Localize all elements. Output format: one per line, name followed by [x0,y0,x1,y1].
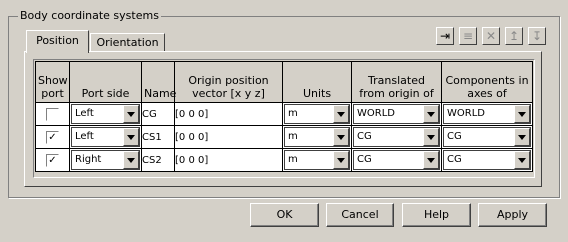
port-side-value: Left [75,108,94,119]
translated-dropdown[interactable]: CG [353,127,440,147]
group-title: Body coordinate systems [18,9,161,23]
translated-value: CG [357,154,372,165]
show-port-cell: ✓ [35,125,70,149]
chevron-down-icon[interactable] [514,128,530,146]
units-cell: m [282,102,352,126]
components-dropdown[interactable]: CG [443,127,531,147]
units-cell: m [282,148,352,172]
components-value: CG [447,154,462,165]
header-origin-position: Origin position vector [x y z] [174,61,283,103]
translated-cell: CG [351,148,442,172]
chevron-down-icon[interactable] [514,105,530,123]
components-cell: WORLD [441,102,533,126]
units-value: m [288,108,298,119]
chevron-down-icon[interactable] [333,105,349,123]
header-units: Units [282,61,352,103]
show-port-cell [35,102,70,126]
header-translated-from: Translated from origin of [351,61,442,103]
table-row: ✓ Right CS2 [0 0 0] m CG CG [35,148,533,172]
chevron-down-icon[interactable] [123,151,139,169]
components-value: WORLD [447,108,485,119]
port-side-value: Right [75,154,102,165]
table-row: ✓ Left CS1 [0 0 0] m CG CG [35,125,533,149]
port-side-cell: Left [69,102,142,126]
header-show-port: Show port [35,61,70,103]
translated-dropdown[interactable]: WORLD [353,104,440,124]
tab-position[interactable]: Position [26,30,89,53]
origin-cell[interactable]: [0 0 0] [174,148,283,172]
chevron-down-icon[interactable] [423,128,439,146]
header-name: Name [141,61,176,103]
show-port-checkbox[interactable] [46,107,59,121]
components-cell: CG [441,148,533,172]
header-port-side: Port side [69,61,142,103]
units-dropdown[interactable]: m [284,150,350,170]
port-side-cell: Right [69,148,142,172]
move-up-icon[interactable]: ↥ [505,27,523,45]
close-icon[interactable]: ✕ [482,27,500,45]
origin-cell[interactable]: [0 0 0] [174,102,283,126]
chevron-down-icon[interactable] [123,128,139,146]
port-side-value: Left [75,131,94,142]
ok-button[interactable]: OK [250,203,319,227]
origin-cell[interactable]: [0 0 0] [174,125,283,149]
name-cell[interactable]: CG [141,102,175,126]
components-cell: CG [441,125,533,149]
port-side-cell: Left [69,125,142,149]
components-dropdown[interactable]: CG [443,150,531,170]
components-dropdown[interactable]: WORLD [443,104,531,124]
header-components-in: Components in axes of [441,61,533,103]
table-row: Left CG [0 0 0] m WORLD WORLD [35,102,533,126]
port-side-dropdown[interactable]: Left [71,104,140,124]
show-port-checkbox[interactable]: ✓ [46,153,59,167]
translated-value: WORLD [357,108,395,119]
show-port-cell: ✓ [35,148,70,172]
show-port-checkbox[interactable]: ✓ [46,130,59,144]
chevron-down-icon[interactable] [333,151,349,169]
components-value: CG [447,131,462,142]
name-cell[interactable]: CS2 [141,148,175,172]
chevron-down-icon[interactable] [514,151,530,169]
coordinate-systems-table: Show port Port side Name Origin position… [35,61,533,172]
chevron-down-icon[interactable] [423,105,439,123]
apply-button[interactable]: Apply [478,203,547,227]
port-side-dropdown[interactable]: Right [71,150,140,170]
name-cell[interactable]: CS1 [141,125,175,149]
table-header-row: Show port Port side Name Origin position… [35,61,533,103]
units-value: m [288,154,298,165]
tab-orientation[interactable]: Orientation [90,33,165,52]
dialog-button-bar: OK Cancel Help Apply [0,203,568,227]
units-cell: m [282,125,352,149]
units-value: m [288,131,298,142]
cancel-button[interactable]: Cancel [326,203,394,227]
help-button[interactable]: Help [402,203,471,227]
translated-value: CG [357,131,372,142]
translated-cell: CG [351,125,442,149]
chevron-down-icon[interactable] [423,151,439,169]
move-down-icon[interactable]: ↧ [528,27,546,45]
chevron-down-icon[interactable] [123,105,139,123]
table-toolbar: ⇥ ≡ ✕ ↥ ↧ [436,27,547,47]
units-dropdown[interactable]: m [284,127,350,147]
delete-row-icon[interactable]: ≡ [459,27,477,45]
translated-cell: WORLD [351,102,442,126]
units-dropdown[interactable]: m [284,104,350,124]
port-side-dropdown[interactable]: Left [71,127,140,147]
chevron-down-icon[interactable] [333,128,349,146]
insert-row-icon[interactable]: ⇥ [436,27,454,45]
translated-dropdown[interactable]: CG [353,150,440,170]
